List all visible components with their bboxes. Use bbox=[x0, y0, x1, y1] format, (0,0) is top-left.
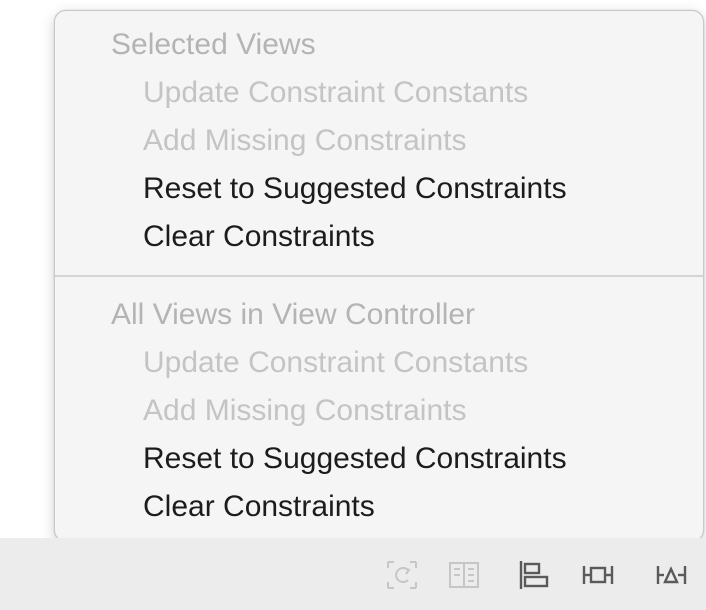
menu-item-reset-to-suggested-constraints-all[interactable]: Reset to Suggested Constraints bbox=[143, 439, 567, 479]
section-header-all-views: All Views in View Controller bbox=[111, 298, 476, 331]
menu-item-update-constraint-constants-all: Update Constraint Constants bbox=[143, 346, 529, 379]
auto-layout-toolbar bbox=[0, 538, 706, 610]
menu-item-clear-constraints[interactable]: Clear Constraints bbox=[143, 217, 375, 257]
menu-item-add-missing-constraints: Add Missing Constraints bbox=[143, 124, 467, 157]
menu-item-reset-to-suggested-constraints[interactable]: Reset to Suggested Constraints bbox=[143, 169, 567, 209]
add-new-constraints-icon[interactable] bbox=[580, 558, 616, 592]
canvas: Selected Views Update Constraint Constan… bbox=[0, 0, 706, 610]
update-frames-icon bbox=[384, 558, 420, 592]
menu-item-update-constraint-constants: Update Constraint Constants bbox=[143, 76, 529, 109]
resolve-auto-layout-issues-icon[interactable] bbox=[654, 558, 690, 592]
embed-in-stack-icon bbox=[446, 558, 482, 592]
align-icon[interactable] bbox=[516, 558, 552, 592]
menu-separator bbox=[55, 275, 703, 277]
menu-item-add-missing-constraints-all: Add Missing Constraints bbox=[143, 394, 467, 427]
section-header-selected-views: Selected Views bbox=[111, 28, 316, 61]
menu-item-clear-constraints-all[interactable]: Clear Constraints bbox=[143, 487, 375, 527]
resolve-auto-layout-issues-menu: Selected Views Update Constraint Constan… bbox=[54, 10, 704, 542]
